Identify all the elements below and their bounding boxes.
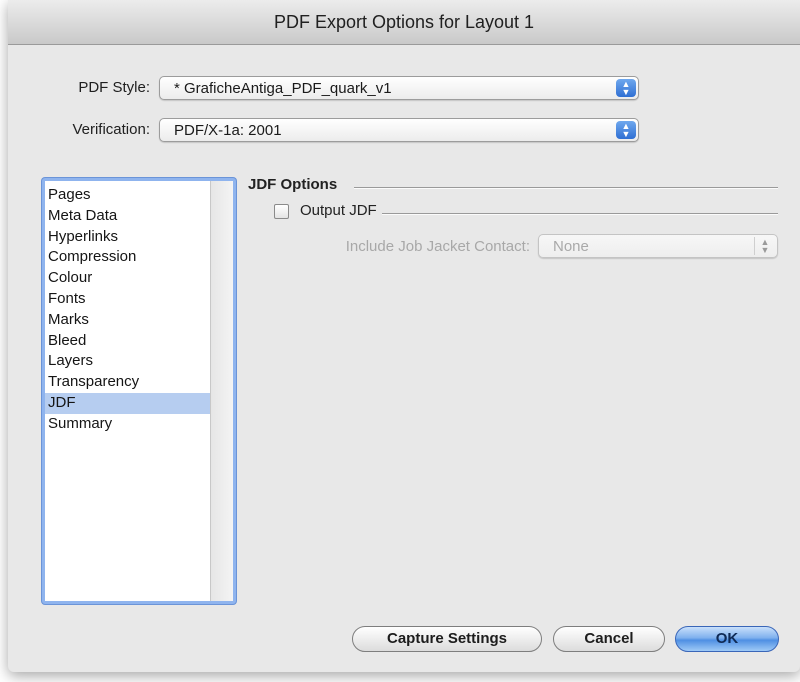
list-item-fonts[interactable]: Fonts <box>45 289 211 310</box>
job-jacket-contact-value: None <box>553 238 589 255</box>
list-item-marks[interactable]: Marks <box>45 310 211 331</box>
up-down-arrows-icon: ▲ ▼ <box>616 121 636 139</box>
list-item-jdf[interactable]: JDF <box>45 392 211 414</box>
list-item-layers[interactable]: Layers <box>45 351 211 372</box>
verification-popup[interactable]: PDF/X-1a: 2001 ▲ ▼ <box>159 118 639 142</box>
list-item-pages[interactable]: Pages <box>45 185 211 206</box>
list-item-transparency[interactable]: Transparency <box>45 372 211 393</box>
up-down-arrows-icon: ▲ ▼ <box>616 79 636 97</box>
pdf-style-label: PDF Style: <box>78 79 150 96</box>
pdf-style-value: * GraficheAntiga_PDF_quark_v1 <box>174 80 392 97</box>
ok-button[interactable]: OK <box>675 626 779 652</box>
list-item-meta-data[interactable]: Meta Data <box>45 206 211 227</box>
list-item-bleed[interactable]: Bleed <box>45 331 211 352</box>
verification-value: PDF/X-1a: 2001 <box>174 122 282 139</box>
pdf-export-dialog: PDF Export Options for Layout 1 PDF Styl… <box>8 0 800 672</box>
verification-label: Verification: <box>72 121 150 138</box>
cancel-button[interactable]: Cancel <box>553 626 665 652</box>
list-scrollbar[interactable] <box>210 181 233 601</box>
list-item-colour[interactable]: Colour <box>45 268 211 289</box>
options-list[interactable]: Pages Meta Data Hyperlinks Compression C… <box>42 178 236 604</box>
job-jacket-contact-popup[interactable]: None ▲ ▼ <box>538 234 778 258</box>
list-item-hyperlinks[interactable]: Hyperlinks <box>45 227 211 248</box>
job-jacket-contact-label: Include Job Jacket Contact: <box>345 238 530 255</box>
output-jdf-checkbox[interactable] <box>274 204 289 219</box>
jdf-options-header: JDF Options <box>248 176 338 193</box>
jdf-options-divider <box>354 187 778 189</box>
up-down-arrows-icon: ▲ ▼ <box>754 237 775 255</box>
pdf-style-popup[interactable]: * GraficheAntiga_PDF_quark_v1 ▲ ▼ <box>159 76 639 100</box>
list-item-compression[interactable]: Compression <box>45 247 211 268</box>
dialog-title: PDF Export Options for Layout 1 <box>8 0 800 45</box>
output-jdf-label: Output JDF <box>300 202 377 219</box>
output-jdf-divider <box>382 213 778 215</box>
list-item-summary[interactable]: Summary <box>45 414 211 435</box>
capture-settings-button[interactable]: Capture Settings <box>352 626 542 652</box>
